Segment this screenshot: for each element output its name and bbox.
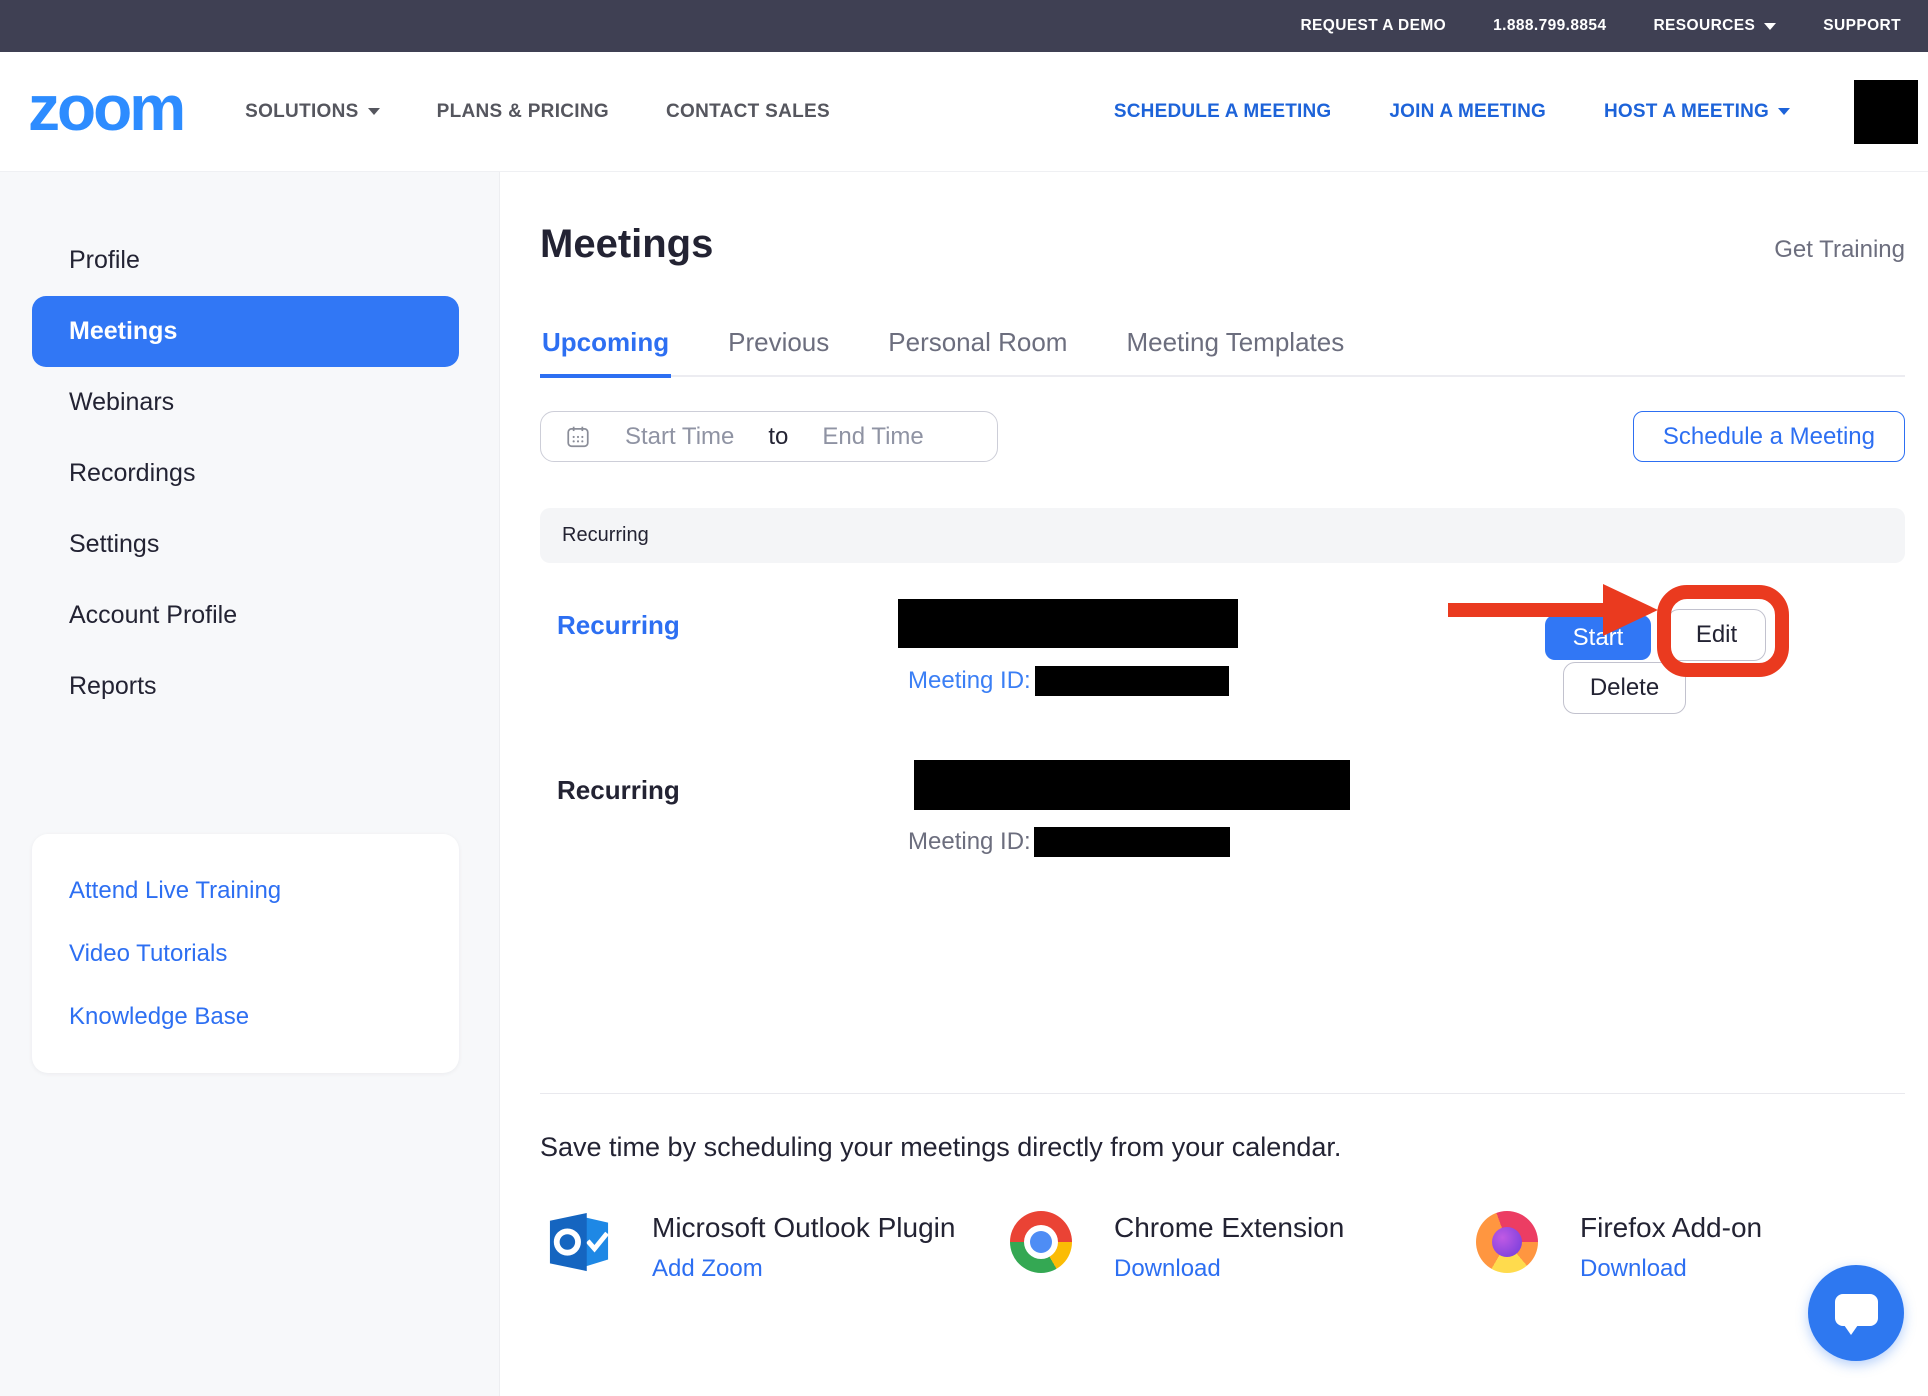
outlook-plugin-item: Microsoft Outlook Plugin Add Zoom	[548, 1211, 955, 1283]
page-title: Meetings	[540, 222, 713, 267]
nav-plans-pricing[interactable]: PLANS & PRICING	[437, 101, 609, 123]
schedule-a-meeting-link[interactable]: SCHEDULE A MEETING	[1114, 101, 1332, 123]
redacted-meeting-id	[1034, 827, 1230, 857]
sidebar-nav: Profile Meetings Webinars Recordings Set…	[0, 172, 499, 722]
chat-widget-button[interactable]	[1808, 1265, 1904, 1361]
outlook-icon	[548, 1211, 610, 1273]
divider	[540, 1093, 1905, 1094]
avatar[interactable]	[1854, 80, 1918, 144]
redacted-meeting-topic	[914, 760, 1350, 810]
start-time-placeholder[interactable]: Start Time	[625, 423, 734, 451]
chat-icon	[1835, 1294, 1878, 1326]
filter-joiner: to	[768, 423, 788, 451]
firefox-icon	[1476, 1211, 1538, 1273]
chevron-down-icon	[1764, 23, 1776, 30]
page-body: Profile Meetings Webinars Recordings Set…	[0, 172, 1928, 1396]
attend-live-training-link[interactable]: Attend Live Training	[69, 859, 459, 922]
meeting-row-2-recurring-label: Recurring	[557, 775, 680, 806]
firefox-addon-title: Firefox Add-on	[1580, 1211, 1762, 1245]
sidebar-item-meetings[interactable]: Meetings	[32, 296, 459, 367]
tab-personal-room[interactable]: Personal Room	[886, 327, 1069, 375]
recurring-section-bar: Recurring	[540, 508, 1905, 563]
zoom-web-portal: REQUEST A DEMO 1.888.799.8854 RESOURCES …	[0, 0, 1928, 1396]
support-link[interactable]: SUPPORT	[1823, 17, 1901, 35]
sidebar-item-recordings[interactable]: Recordings	[0, 438, 499, 509]
host-a-meeting-label: HOST A MEETING	[1604, 101, 1769, 123]
firefox-addon-item: Firefox Add-on Download	[1476, 1211, 1762, 1283]
video-tutorials-link[interactable]: Video Tutorials	[69, 922, 459, 985]
sidebar-item-account-profile[interactable]: Account Profile	[0, 580, 499, 651]
add-zoom-link[interactable]: Add Zoom	[652, 1255, 763, 1283]
title-row: Meetings Get Training	[540, 222, 1905, 267]
chevron-down-icon	[368, 108, 380, 115]
schedule-a-meeting-button[interactable]: Schedule a Meeting	[1633, 411, 1905, 462]
firefox-download-link[interactable]: Download	[1580, 1255, 1687, 1283]
request-demo-link[interactable]: REQUEST A DEMO	[1300, 17, 1446, 35]
end-time-placeholder[interactable]: End Time	[822, 423, 923, 451]
chrome-icon	[1010, 1211, 1072, 1273]
meeting-id-label: Meeting ID:	[908, 667, 1031, 695]
outlook-plugin-title: Microsoft Outlook Plugin	[652, 1211, 955, 1245]
get-training-link[interactable]: Get Training	[1774, 236, 1905, 264]
redacted-meeting-topic	[898, 599, 1238, 648]
sidebar-item-profile[interactable]: Profile	[0, 225, 499, 296]
resources-label: RESOURCES	[1653, 17, 1755, 35]
tab-upcoming[interactable]: Upcoming	[540, 327, 671, 378]
meeting-list: Recurring Meeting ID: Start Edit Delete …	[540, 563, 1905, 1093]
solutions-label: SOLUTIONS	[245, 101, 359, 123]
chevron-down-icon	[1778, 108, 1790, 115]
meeting-id-label: Meeting ID:	[908, 828, 1031, 856]
main-nav: SOLUTIONS PLANS & PRICING CONTACT SALES	[245, 101, 830, 123]
calendar-note: Save time by scheduling your meetings di…	[540, 1132, 1905, 1163]
resources-menu[interactable]: RESOURCES	[1653, 17, 1776, 35]
chrome-download-link[interactable]: Download	[1114, 1255, 1221, 1283]
topbar: REQUEST A DEMO 1.888.799.8854 RESOURCES …	[0, 0, 1928, 52]
calendar-icon	[565, 424, 591, 450]
knowledge-base-link[interactable]: Knowledge Base	[69, 985, 459, 1048]
date-range-filter[interactable]: Start Time to End Time	[540, 411, 998, 462]
site-header: zoom SOLUTIONS PLANS & PRICING CONTACT S…	[0, 52, 1928, 172]
sidebar: Profile Meetings Webinars Recordings Set…	[0, 172, 500, 1396]
sidebar-item-reports[interactable]: Reports	[0, 651, 499, 722]
meetings-tabs: Upcoming Previous Personal Room Meeting …	[540, 327, 1905, 377]
sidebar-item-settings[interactable]: Settings	[0, 509, 499, 580]
header-actions: SCHEDULE A MEETING JOIN A MEETING HOST A…	[1114, 80, 1918, 144]
delete-button[interactable]: Delete	[1563, 662, 1686, 714]
join-a-meeting-link[interactable]: JOIN A MEETING	[1389, 101, 1546, 123]
edit-button[interactable]: Edit	[1667, 609, 1766, 661]
redacted-meeting-id	[1035, 666, 1229, 696]
help-card: Attend Live Training Video Tutorials Kno…	[32, 834, 459, 1073]
plugins-row: Microsoft Outlook Plugin Add Zoom Chrome…	[540, 1211, 1905, 1321]
tab-previous[interactable]: Previous	[726, 327, 831, 375]
nav-solutions[interactable]: SOLUTIONS	[245, 101, 380, 123]
sidebar-item-webinars[interactable]: Webinars	[0, 367, 499, 438]
chrome-extension-title: Chrome Extension	[1114, 1211, 1344, 1245]
filter-row: Start Time to End Time Schedule a Meetin…	[540, 411, 1905, 462]
section-label: Recurring	[562, 524, 649, 547]
meeting-row-1-recurring-link[interactable]: Recurring	[557, 610, 680, 641]
nav-contact-sales[interactable]: CONTACT SALES	[666, 101, 830, 123]
chrome-extension-item: Chrome Extension Download	[1010, 1211, 1344, 1283]
start-button[interactable]: Start	[1545, 615, 1651, 660]
host-a-meeting-menu[interactable]: HOST A MEETING	[1604, 101, 1790, 123]
tab-meeting-templates[interactable]: Meeting Templates	[1124, 327, 1346, 375]
phone-link[interactable]: 1.888.799.8854	[1493, 17, 1606, 35]
zoom-logo[interactable]: zoom	[28, 76, 183, 148]
main-content: Meetings Get Training Upcoming Previous …	[500, 172, 1928, 1396]
